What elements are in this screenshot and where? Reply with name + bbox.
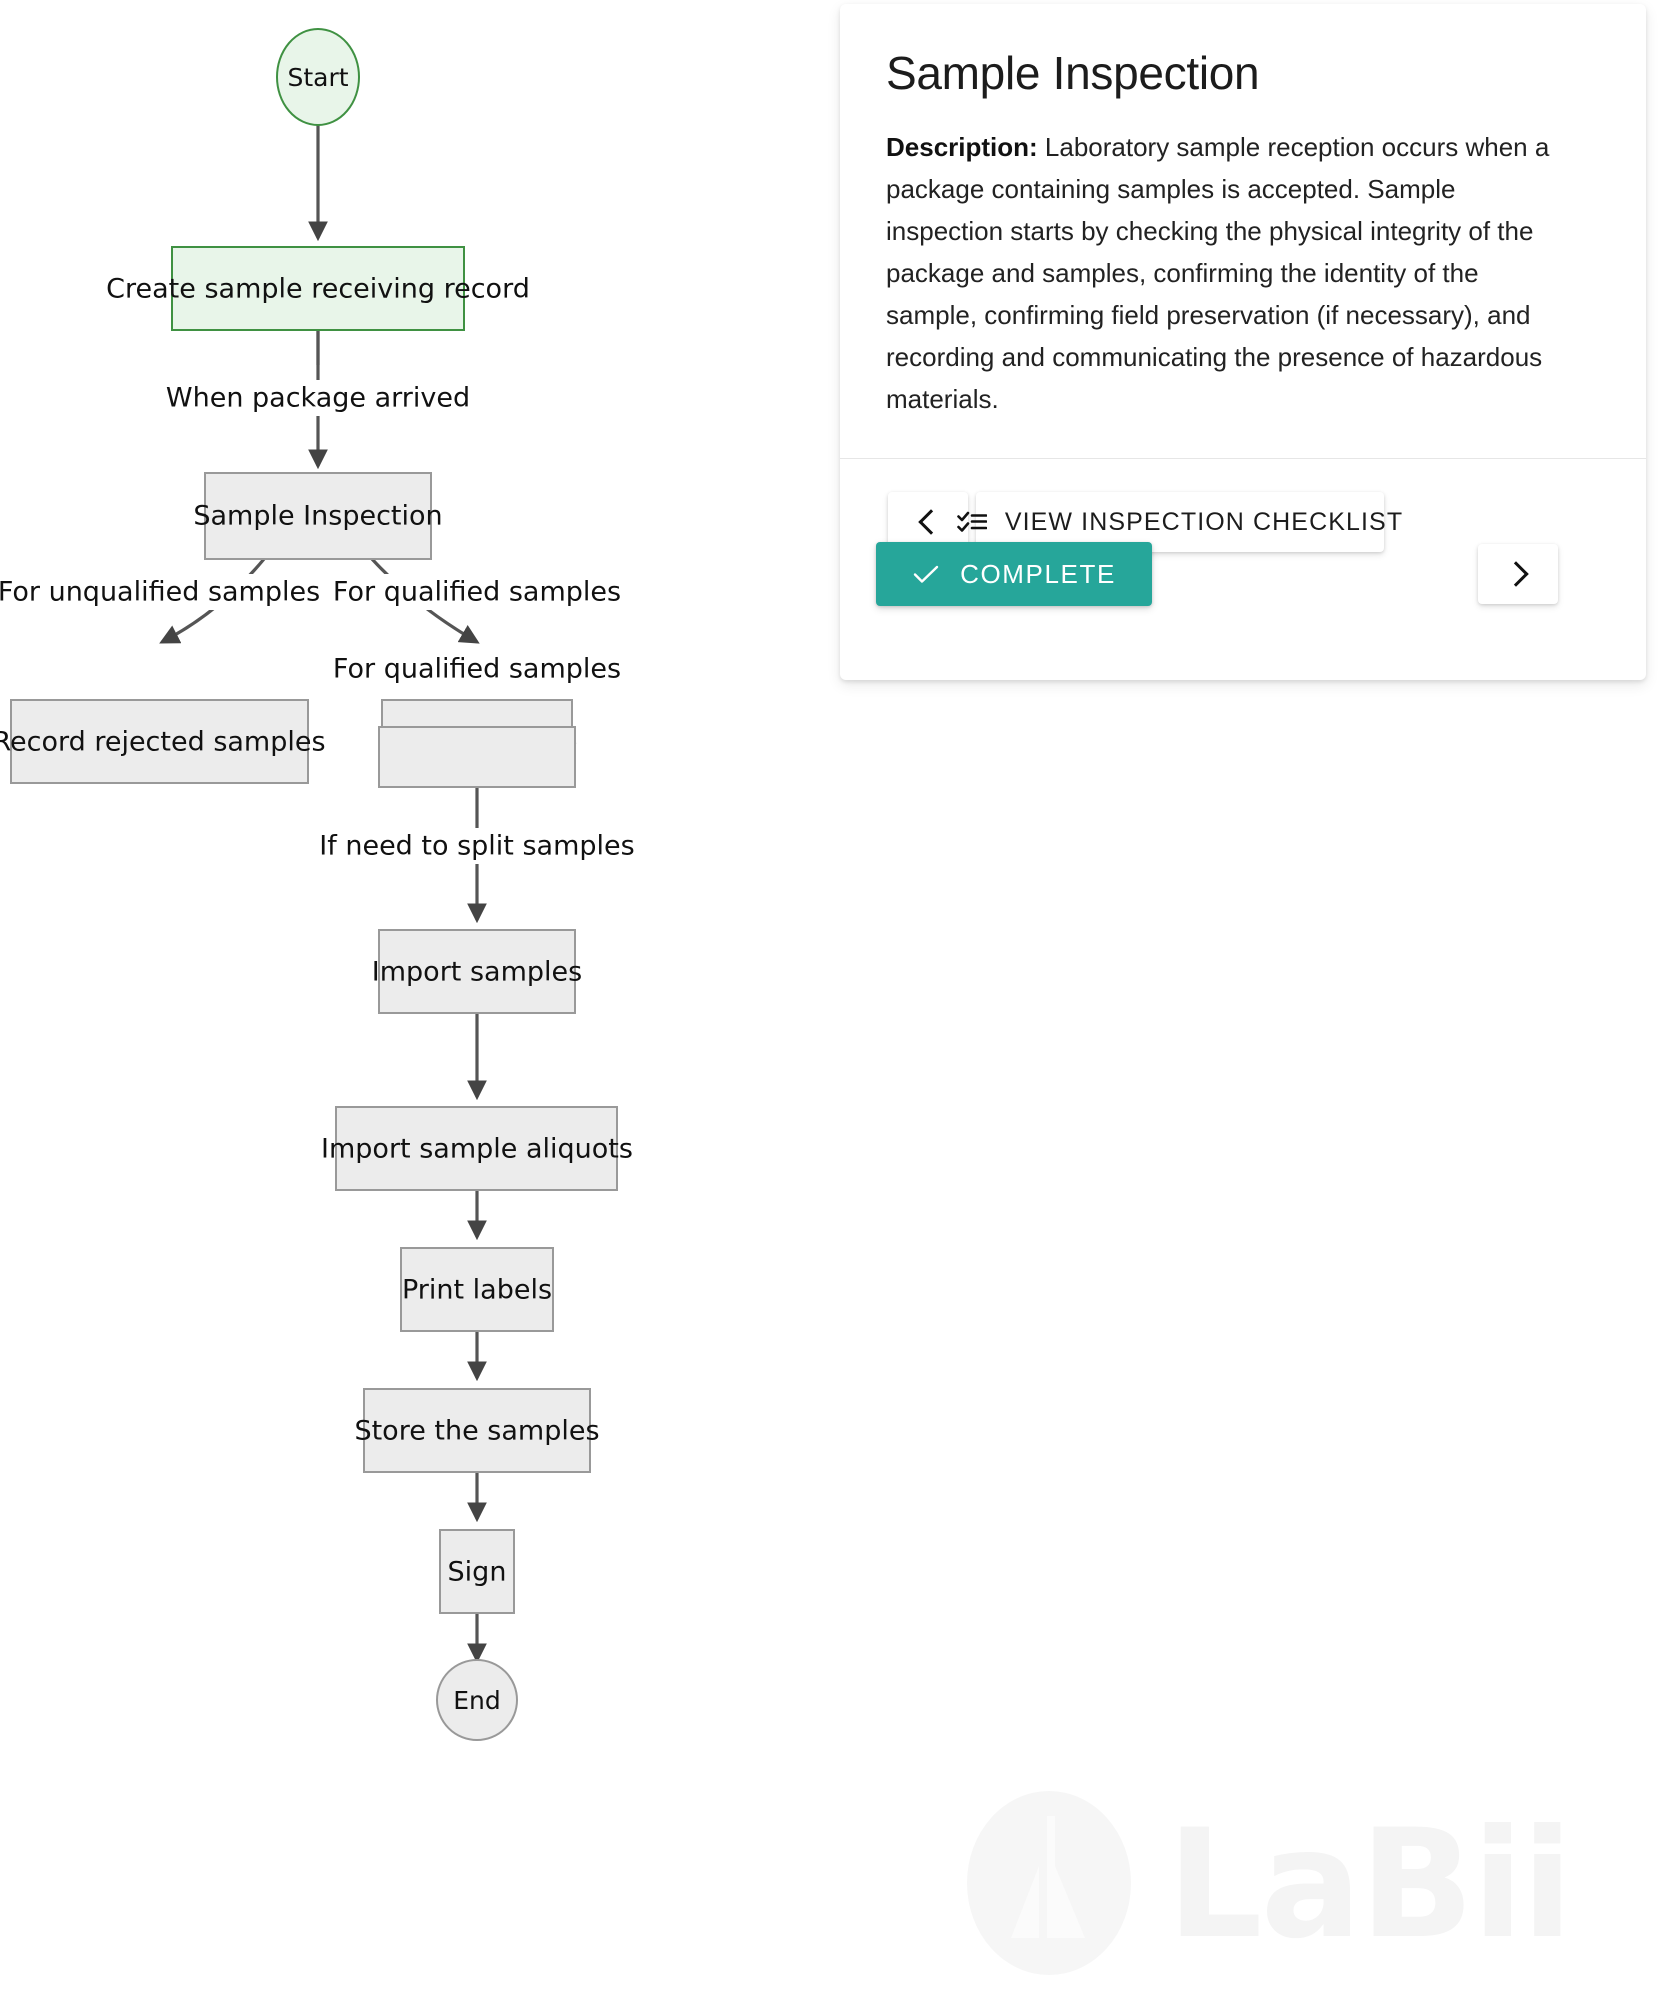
- edge-label-text: If need to split samples: [319, 831, 634, 862]
- watermark-brand: LaBii: [1167, 1798, 1573, 1972]
- checklist-icon: [957, 510, 987, 534]
- flow-node-store-the-samples[interactable]: Store the samples: [354, 1388, 600, 1473]
- flow-node-end[interactable]: End: [436, 1659, 518, 1741]
- flow-node-create-label: Create sample receiving record: [106, 274, 530, 305]
- flow-node-import-sample-aliquots[interactable]: Import sample aliquots: [321, 1106, 633, 1191]
- edge-label-text: When package arrived: [166, 383, 470, 414]
- flow-node-record-rejected-samples[interactable]: Record rejected samples: [0, 699, 326, 784]
- flow-node-sign-label: Sign: [448, 1557, 507, 1588]
- flow-node-start-label: Start: [287, 63, 348, 92]
- flow-node-aliquots-label: Import sample aliquots: [321, 1134, 633, 1165]
- complete-button[interactable]: COMPLETE: [876, 542, 1152, 606]
- flowchart-panel: Start Create sample receiving record Whe…: [0, 0, 830, 2008]
- flow-node-print-labels[interactable]: Print labels: [400, 1247, 554, 1332]
- flow-node-rejected-label: Record rejected samples: [0, 727, 326, 758]
- edge-label-for-qualified-samples-branch: For qualified samples: [333, 574, 621, 610]
- flowchart-svg: Start Create sample receiving record Whe…: [0, 28, 635, 1741]
- flow-node-sign[interactable]: Sign: [439, 1529, 515, 1614]
- edge-label-text: For unqualified samples: [0, 577, 320, 608]
- edge-label-if-need-to-split-samples: If need to split samples: [319, 828, 635, 864]
- flow-node-store-label: Store the samples: [354, 1416, 599, 1447]
- card-body: Sample Inspection Description: Laborator…: [840, 4, 1646, 454]
- flow-node-inspection-label: Sample Inspection: [193, 501, 442, 532]
- flow-node-import-label: Import samples: [372, 957, 582, 988]
- edge-label-for-qualified-samples-down: For qualified samples: [333, 652, 621, 688]
- view-checklist-label: VIEW INSPECTION CHECKLIST: [1004, 507, 1404, 536]
- next-step-button[interactable]: [1478, 544, 1558, 604]
- flow-node-start[interactable]: Start: [276, 28, 360, 126]
- flask-logo-icon: [965, 1788, 1133, 1982]
- flow-node-end-label: End: [453, 1686, 501, 1715]
- chevron-right-icon: [1502, 561, 1529, 587]
- chevron-left-icon: [917, 509, 944, 535]
- complete-label: COMPLETE: [960, 558, 1116, 589]
- page-title: Sample Inspection: [886, 47, 1260, 99]
- check-icon: [912, 563, 940, 585]
- watermark: LaBii: [965, 1790, 1585, 1980]
- task-detail-card: Sample Inspection Description: Laborator…: [840, 4, 1646, 680]
- flow-node-import-samples[interactable]: [378, 726, 576, 788]
- task-description: Description: Laboratory sample reception…: [886, 126, 1576, 420]
- edge-label-when-package-arrived: When package arrived: [166, 380, 470, 416]
- flow-node-sample-inspection[interactable]: Sample Inspection: [193, 472, 443, 560]
- description-label: Description:: [886, 132, 1038, 162]
- card-actions: VIEW INSPECTION CHECKLIST COMPLETE: [840, 459, 1646, 649]
- edge-label-text: For qualified samples: [333, 577, 621, 608]
- flow-node-labels-label: Print labels: [402, 1275, 552, 1306]
- edge-label-for-unqualified-samples: For unqualified samples: [0, 574, 320, 610]
- flow-node-import[interactable]: Import samples: [372, 929, 582, 1014]
- description-text: Laboratory sample reception occurs when …: [886, 132, 1550, 414]
- flow-node-create-sample-receiving-record[interactable]: Create sample receiving record: [106, 246, 530, 331]
- edge-label-text: For qualified samples: [333, 654, 621, 685]
